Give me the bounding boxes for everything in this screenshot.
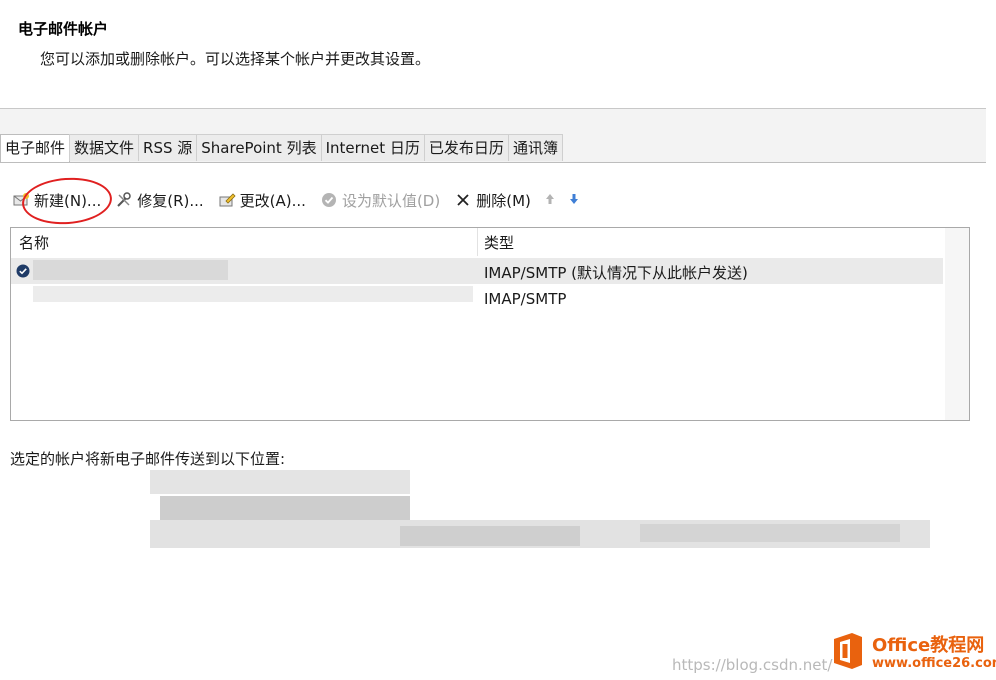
new-account-icon <box>12 191 30 209</box>
list-scrollbar[interactable] <box>945 228 969 420</box>
repair-tools-icon <box>115 191 133 209</box>
tab-published-calendars[interactable]: 已发布日历 <box>423 134 509 161</box>
arrow-down-icon <box>569 193 579 208</box>
tab-data-files[interactable]: 数据文件 <box>69 134 140 161</box>
repair-button-label: 修复(R)... <box>137 191 204 210</box>
delete-button-label: 删除(M) <box>476 191 531 210</box>
header-description: 您可以添加或删除帐户。可以选择某个帐户并更改其设置。 <box>40 50 431 68</box>
tab-internet-calendars[interactable]: Internet 日历 <box>320 134 425 161</box>
redacted-account-name <box>33 260 228 280</box>
account-row-default[interactable]: IMAP/SMTP (默认情况下从此帐户发送) <box>11 258 943 284</box>
tab-address-books[interactable]: 通讯簿 <box>507 134 563 161</box>
delete-button[interactable]: 删除(M) <box>454 190 531 211</box>
redacted-account-name <box>33 286 473 302</box>
set-default-button-label: 设为默认值(D) <box>341 191 441 210</box>
account-type: IMAP/SMTP (默认情况下从此帐户发送) <box>484 264 748 282</box>
delivery-location-label: 选定的帐户将新电子邮件传送到以下位置: <box>10 450 286 468</box>
new-button-label: 新建(N)... <box>34 191 102 210</box>
tab-rss-feeds[interactable]: RSS 源 <box>138 134 198 161</box>
move-down-button[interactable] <box>569 193 579 208</box>
account-type: IMAP/SMTP <box>484 290 567 308</box>
toolbar: 新建(N)... 修复(R)... 更改(A)... 设为默认值(D) 删除(M… <box>12 186 593 214</box>
change-settings-icon <box>218 191 236 209</box>
repair-button[interactable]: 修复(R)... <box>115 190 204 211</box>
check-circle-icon <box>320 191 338 209</box>
arrow-up-icon <box>545 193 555 208</box>
close-icon <box>454 191 472 209</box>
account-list: 名称 类型 IMAP/SMTP (默认情况下从此帐户发送) IMAP/SMTP <box>10 227 970 421</box>
column-header-name[interactable]: 名称 <box>19 232 49 253</box>
office-logo: Office教程网 www.office26.com <box>830 630 996 676</box>
default-account-check-icon <box>16 263 30 282</box>
account-row[interactable]: IMAP/SMTP <box>11 286 943 312</box>
tab-sharepoint-lists[interactable]: SharePoint 列表 <box>196 134 322 161</box>
change-button-label: 更改(A)... <box>239 191 306 210</box>
column-header-type[interactable]: 类型 <box>484 232 514 253</box>
office-logo-icon <box>830 631 866 675</box>
logo-main-text: Office教程网 <box>872 634 985 656</box>
change-button[interactable]: 更改(A)... <box>218 190 306 211</box>
header-title: 电子邮件帐户 <box>18 20 109 38</box>
new-button[interactable]: 新建(N)... <box>12 190 101 211</box>
tab-bar: 电子邮件 数据文件 RSS 源 SharePoint 列表 Internet 日… <box>0 134 563 163</box>
column-divider <box>477 228 478 256</box>
set-default-button[interactable]: 设为默认值(D) <box>320 190 440 211</box>
watermark-url: https://blog.csdn.net/ <box>672 656 833 674</box>
tab-email[interactable]: 电子邮件 <box>0 134 71 163</box>
move-up-button[interactable] <box>545 193 555 208</box>
logo-sub-text: www.office26.com <box>872 655 996 671</box>
